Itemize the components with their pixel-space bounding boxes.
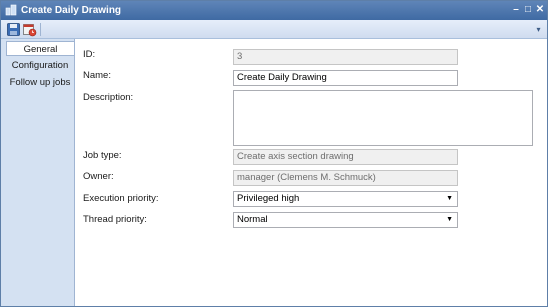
close-button[interactable]: ✕: [534, 3, 546, 17]
toolbar: ▾: [1, 20, 547, 39]
window-title: Create Daily Drawing: [21, 5, 122, 16]
app-icon: [5, 4, 17, 16]
job-type-field: Create axis section drawing: [233, 149, 458, 165]
thread-priority-value: Normal: [237, 214, 268, 225]
owner-label: Owner:: [83, 171, 114, 182]
name-label: Name:: [83, 70, 111, 81]
save-icon[interactable]: [6, 22, 21, 37]
schedule-icon[interactable]: [22, 22, 37, 37]
id-field: 3: [233, 49, 458, 65]
name-field[interactable]: Create Daily Drawing: [233, 70, 458, 86]
nav-item-follow-up-jobs[interactable]: Follow up jobs: [6, 75, 74, 90]
description-label: Description:: [83, 92, 134, 103]
job-type-label: Job type:: [83, 150, 122, 161]
minimize-button[interactable]: –: [510, 3, 522, 17]
title-bar[interactable]: Create Daily Drawing – □ ✕: [1, 1, 547, 20]
maximize-button[interactable]: □: [522, 3, 534, 17]
thread-priority-select[interactable]: Normal ▼: [233, 212, 458, 228]
execution-priority-value: Privileged high: [237, 193, 300, 204]
owner-field: manager (Clemens M. Schmuck): [233, 170, 458, 186]
nav-item-configuration[interactable]: Configuration: [6, 58, 74, 73]
thread-priority-label: Thread priority:: [83, 214, 147, 225]
execution-priority-label: Execution priority:: [83, 193, 159, 204]
dialog-window: Create Daily Drawing – □ ✕ ▾ General Con…: [0, 0, 548, 307]
chevron-down-icon: ▼: [446, 216, 453, 223]
chevron-down-icon: ▼: [446, 195, 453, 202]
toolbar-overflow-icon[interactable]: ▾: [534, 24, 543, 35]
side-navigation: General Configuration Follow up jobs: [1, 39, 74, 306]
description-field[interactable]: [233, 90, 533, 146]
toolbar-separator: [40, 23, 41, 36]
id-label: ID:: [83, 49, 96, 60]
general-panel: ID: 3 Name: Create Daily Drawing Descrip…: [74, 39, 547, 306]
nav-item-general[interactable]: General: [6, 41, 74, 56]
execution-priority-select[interactable]: Privileged high ▼: [233, 191, 458, 207]
